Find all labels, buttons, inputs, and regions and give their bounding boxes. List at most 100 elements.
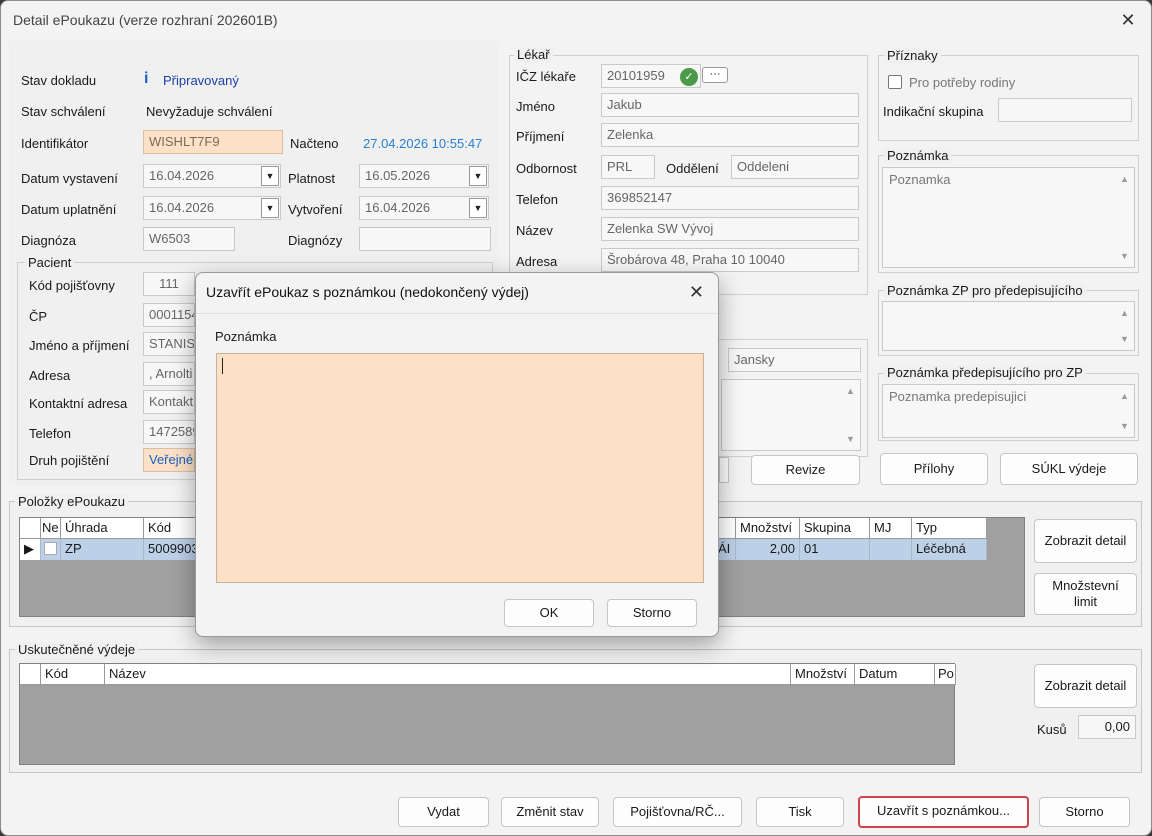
column-header[interactable]: Datum [855,664,935,685]
dialog-title: Uzavřít ePoukaz s poznámkou (nedokončený… [206,284,529,300]
jmeno-field[interactable]: STANISL [143,332,195,356]
column-header[interactable]: Kód [41,664,105,685]
poznamka-value: Poznamka [889,172,951,187]
vytvoreni-field[interactable]: 16.04.2026 ▼ [359,196,489,220]
poznamka-memo[interactable]: Poznamka ▲ ▼ [882,167,1135,268]
adresa-field[interactable]: , Arnolti [143,362,195,386]
table-cell[interactable]: Léčebná [912,539,987,560]
indikacni-skupina-field[interactable] [998,98,1132,122]
kontaktni-adresa-field[interactable]: Kontakt [143,390,195,414]
column-header[interactable]: Název [105,664,791,685]
scrollbar[interactable]: ▲ ▼ [1118,387,1132,435]
datum-uplatneni-label: Datum uplatnění [21,202,117,217]
column-header[interactable]: Úhrada [61,518,144,539]
datum-vystaveni-field[interactable]: 16.04.2026 ▼ [143,164,281,188]
vydat-button[interactable]: Vydat [398,797,489,827]
close-icon[interactable]: ✕ [689,282,704,303]
scroll-up-icon[interactable]: ▲ [1120,308,1129,318]
table-cell[interactable]: ZP [61,539,144,560]
poznamka-pred-memo[interactable]: Poznamka predepisujici ▲ ▼ [882,384,1135,438]
column-header[interactable]: Ne [41,518,61,539]
cp-field[interactable]: 0001154 [143,303,195,327]
diagnoza-field[interactable]: W6503 [143,227,235,251]
row-checkbox-cell[interactable] [41,539,61,560]
scroll-up-icon[interactable]: ▲ [1120,391,1129,401]
uzavrit-s-poznamkou-button[interactable]: Uzavřít s poznámkou... [858,796,1029,828]
poznamka-pred-title: Poznámka předepisujícího pro ZP [884,365,1086,380]
column-header[interactable]: Typ [912,518,987,539]
scrollbar[interactable]: ▲ ▼ [844,382,858,448]
sukl-vydeje-button[interactable]: SÚKL výdeje [1000,453,1138,485]
dialog-poznamka-textarea[interactable] [216,353,704,583]
scroll-down-icon[interactable]: ▼ [846,434,855,444]
scroll-down-icon[interactable]: ▼ [1120,334,1129,344]
kusu-field: 0,00 [1078,715,1136,739]
column-header[interactable]: Po [935,664,956,685]
jmeno-label: Jméno a příjmení [29,338,130,353]
zobrazit-detail-polozky-button[interactable]: Zobrazit detail [1034,519,1137,563]
kontaktni-adresa-label: Kontaktní adresa [29,396,128,411]
hidden-button[interactable] [719,457,729,483]
storno-button[interactable]: Storno [1039,797,1130,827]
pro-potreby-rodiny-checkbox[interactable] [888,75,902,89]
platnost-value: 16.05.2026 [365,168,431,183]
identifikator-field[interactable]: WISHLT7F9 [143,130,283,154]
scroll-down-icon[interactable]: ▼ [1120,251,1129,261]
divider [196,313,718,314]
close-icon[interactable]: ✕ [1119,11,1137,29]
dialog-storno-button[interactable]: Storno [607,599,697,627]
chevron-down-icon[interactable]: ▼ [261,198,279,218]
chevron-down-icon[interactable]: ▼ [469,166,487,186]
column-header[interactable]: MJ [870,518,912,539]
more-button[interactable]: ··· [702,67,728,83]
scrollbar[interactable]: ▲ ▼ [1118,170,1132,265]
table-cell[interactable]: 01 [800,539,870,560]
prijmeni-field[interactable]: Zelenka [601,123,859,147]
scroll-down-icon[interactable]: ▼ [1120,421,1129,431]
scroll-up-icon[interactable]: ▲ [1120,174,1129,184]
revize-button[interactable]: Revize [751,455,860,485]
lekar-adresa-field[interactable]: Šrobárova 48, Praha 10 10040 [601,248,859,272]
scrollbar[interactable]: ▲ ▼ [1118,304,1132,348]
extra-field[interactable]: Jansky [728,348,861,372]
platnost-field[interactable]: 16.05.2026 ▼ [359,164,489,188]
odbornost-field[interactable]: PRL [601,155,655,179]
zobrazit-detail-vydeje-button[interactable]: Zobrazit detail [1034,664,1137,708]
diagnozy-field[interactable] [359,227,491,251]
dialog-ok-button[interactable]: OK [504,599,594,627]
table-cell[interactable]: 2,00 [736,539,800,560]
check-icon[interactable]: ✓ [680,68,698,86]
chevron-down-icon[interactable]: ▼ [261,166,279,186]
chevron-down-icon[interactable]: ▼ [469,198,487,218]
vydeje-grid[interactable]: Kód Název Množství Datum Po [19,663,956,765]
dialog-poznamka-label: Poznámka [215,329,277,344]
datum-vystaveni-label: Datum vystavení [21,171,118,186]
lekar-telefon-field[interactable]: 369852147 [601,186,859,210]
datum-uplatneni-field[interactable]: 16.04.2026 ▼ [143,196,281,220]
pojistovna-rc-button[interactable]: Pojišťovna/RČ... [613,797,742,827]
druh-pojisteni-field[interactable]: Veřejné [143,448,195,472]
column-header[interactable]: Množství [736,518,800,539]
oddeleni-field[interactable]: Oddeleni [731,155,859,179]
mnozstevni-limit-button[interactable]: Množstevní limit [1034,573,1137,615]
telefon-field[interactable]: 1472589 [143,420,195,444]
polozky-title: Položky ePoukazu [15,494,128,509]
row-checkbox[interactable] [44,542,57,555]
column-header[interactable]: Skupina [800,518,870,539]
tisk-button[interactable]: Tisk [756,797,844,827]
poznamka-zp-memo[interactable]: ▲ ▼ [882,301,1135,351]
column-header[interactable]: Množství [791,664,855,685]
row-pointer-icon: ▶ [20,539,41,560]
uzavrit-dialog: Uzavřít ePoukaz s poznámkou (nedokončený… [195,272,719,637]
scroll-up-icon[interactable]: ▲ [846,386,855,396]
table-cell[interactable] [870,539,912,560]
zmenit-stav-button[interactable]: Změnit stav [501,797,599,827]
prijmeni-label: Příjmení [516,129,565,144]
title-bar: Detail ePoukazu (verze rozhraní 202601B)… [1,1,1151,41]
lekar-jmeno-field[interactable]: Jakub [601,93,859,117]
extra-memo[interactable]: ▲ ▼ [721,379,861,451]
cp-label: ČP [29,309,48,324]
kod-pojistovny-field[interactable]: 111 [143,272,195,296]
prilohy-button[interactable]: Přílohy [880,453,988,485]
nazev-field[interactable]: Zelenka SW Vývoj [601,217,859,241]
